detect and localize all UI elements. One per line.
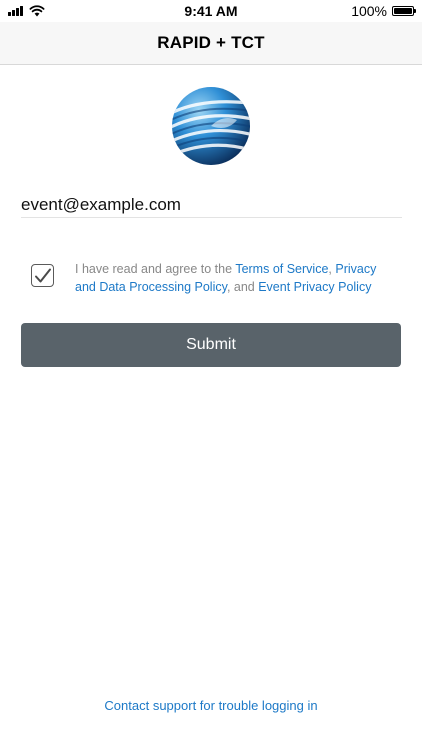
agreement-separator: , and	[226, 280, 259, 294]
battery-fill	[394, 8, 412, 14]
event-privacy-policy-link[interactable]: Event Privacy Policy	[258, 280, 371, 294]
status-bar: 9:41 AM 100%	[0, 0, 422, 22]
contact-support-link[interactable]: Contact support for trouble logging in	[0, 698, 422, 713]
page-title: RAPID + TCT	[157, 33, 265, 52]
globe-logo-icon	[172, 87, 250, 165]
agreement-prefix: I have read and agree to the	[75, 262, 236, 276]
agreement-checkbox[interactable]	[31, 264, 54, 287]
nav-bar: RAPID + TCT	[0, 22, 422, 65]
battery-icon	[392, 6, 416, 16]
submit-button[interactable]: Submit	[21, 323, 401, 367]
agreement-text: I have read and agree to the Terms of Se…	[75, 260, 400, 296]
email-field[interactable]	[21, 192, 402, 218]
status-time: 9:41 AM	[184, 3, 238, 19]
checkmark-icon	[34, 268, 51, 282]
terms-of-service-link[interactable]: Terms of Service	[235, 262, 328, 276]
